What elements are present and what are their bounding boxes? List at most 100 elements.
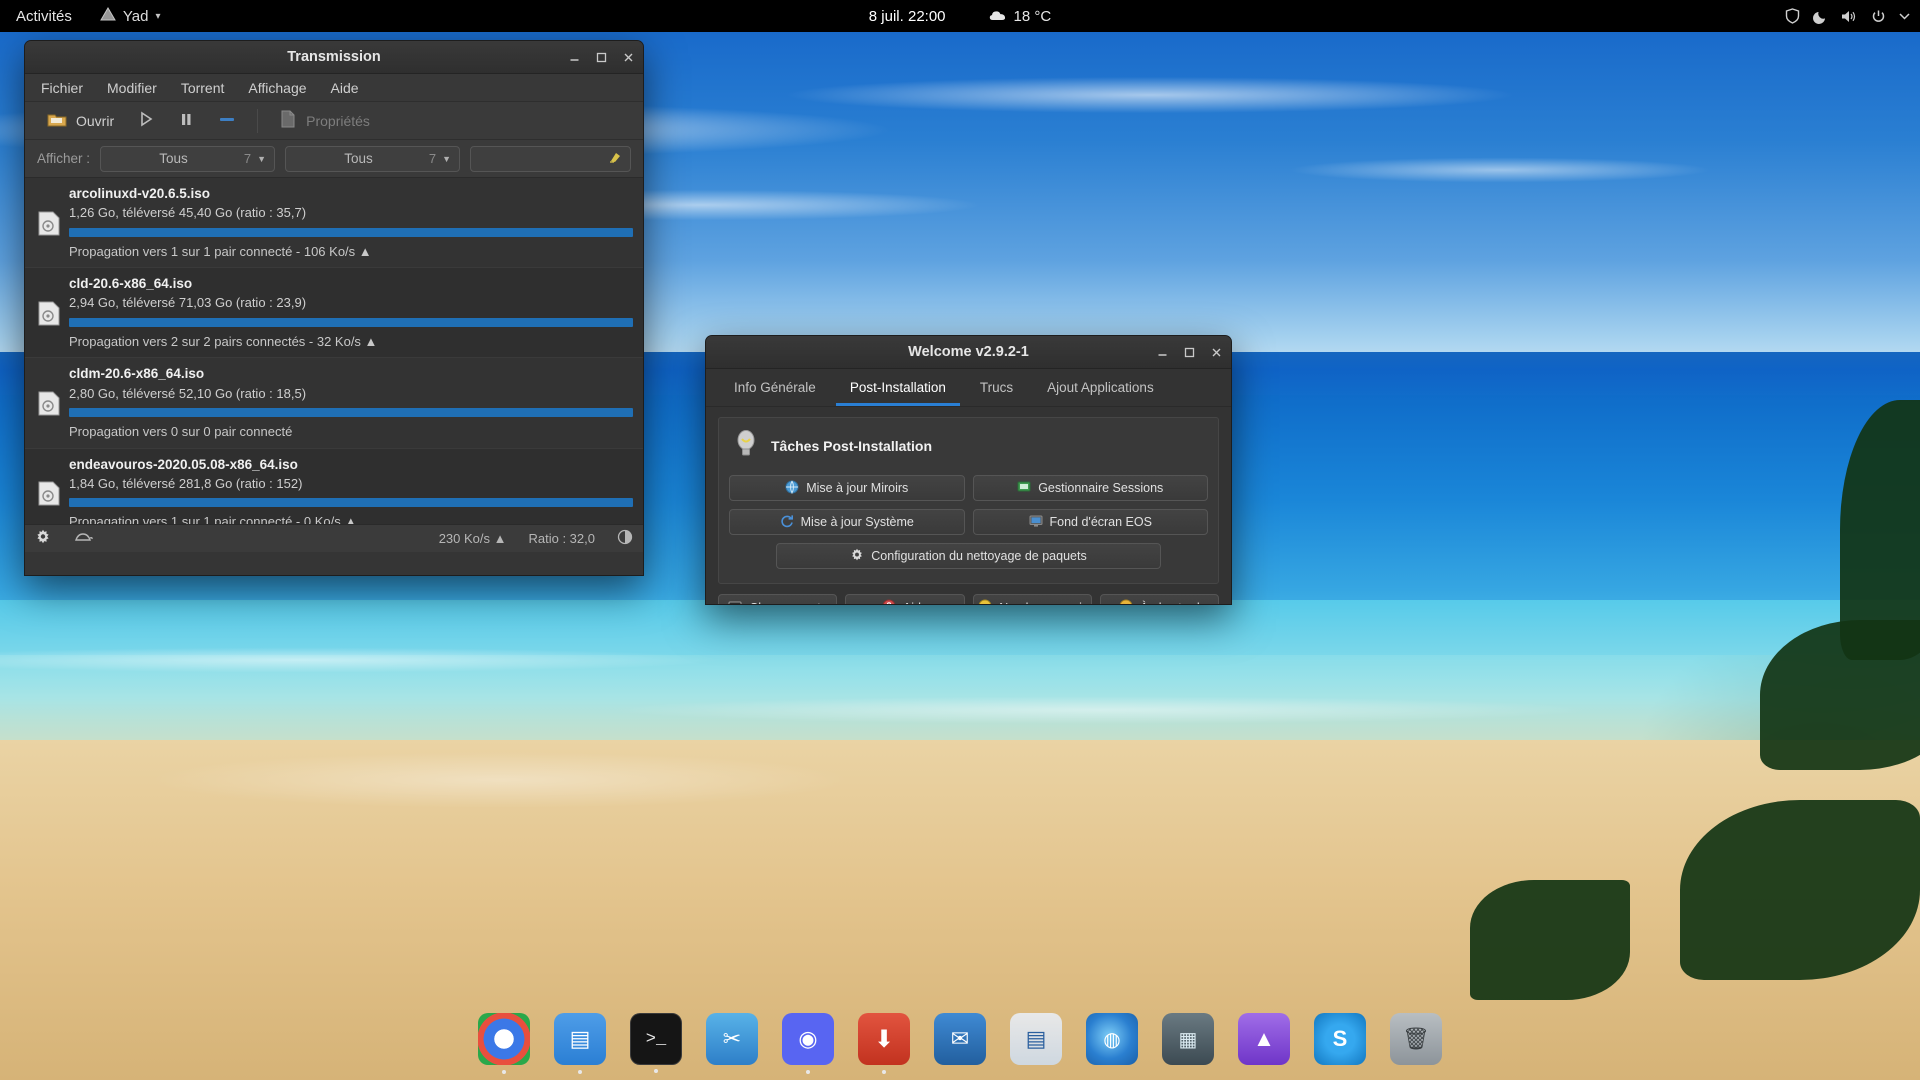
transmission-menubar[interactable]: Fichier Modifier Torrent Affichage Aide (25, 74, 643, 102)
tab-info-generale[interactable]: Info Générale (720, 373, 830, 406)
shield-icon[interactable] (1785, 8, 1800, 24)
ratio-icon[interactable] (617, 529, 633, 548)
transmission-statusbar[interactable]: 230 Ko/s ▲ Ratio : 32,0 (25, 524, 643, 552)
pause-torrent-button[interactable] (168, 107, 204, 134)
dock-item-trash[interactable]: 🗑 (1390, 1013, 1442, 1065)
torrent-name: arcolinuxd-v20.6.5.iso (69, 186, 211, 201)
torrent-row[interactable]: endeavouros-2020.05.08-x86_64.iso 1,84 G… (25, 448, 643, 524)
dock-item-chromium[interactable] (478, 1013, 530, 1074)
chevron-down-icon[interactable] (1899, 12, 1910, 20)
tab-post-installation[interactable]: Post-Installation (835, 373, 960, 406)
torrent-row[interactable]: arcolinuxd-v20.6.5.iso 1,26 Go, télévers… (25, 178, 643, 269)
transmission-window[interactable]: Transmission Fichier Modifier Torrent Af… (24, 40, 644, 576)
turtle-icon[interactable] (73, 531, 93, 546)
palm-frond-icon (1680, 800, 1920, 980)
welcome-window-controls[interactable] (1156, 336, 1223, 369)
dock-item-mail[interactable]: ✉ (934, 1013, 986, 1065)
transmission-toolbar[interactable]: Ouvrir Propriétés (25, 102, 643, 140)
minimize-icon[interactable] (568, 51, 581, 64)
running-indicator (654, 1069, 658, 1073)
torrent-name: cldm-20.6-x86_64.iso (69, 366, 205, 382)
later-button[interactable]: À plus tard (1099, 594, 1219, 604)
torrent-row[interactable]: cldm-20.6-x86_64.iso 2,80 Go, téléversé … (25, 358, 643, 449)
clock-label: 8 juil. 22:00 (868, 7, 946, 25)
welcome-action-bar[interactable]: Changements Aide Ne plus me voir À plus … (706, 584, 1231, 604)
dock-item-files[interactable]: ▤ (554, 1013, 606, 1074)
torrent-name: endeavouros-2020.05.08-x86_64.iso (69, 456, 298, 472)
dock-item-terminal[interactable]: >_ (630, 1013, 682, 1073)
package-cleanup-config-button[interactable]: Configuration du nettoyage de paquets (776, 543, 1161, 569)
torrent-meta: 2,80 Go, téléversé 52,10 Go (ratio : 18,… (69, 385, 307, 401)
update-mirrors-button[interactable]: Mise à jour Miroirs (729, 475, 965, 501)
cloud-icon (989, 8, 1007, 25)
changelog-button[interactable]: Changements (718, 594, 838, 604)
torrent-progress-bar (69, 317, 633, 327)
maximize-icon[interactable] (1183, 346, 1196, 359)
dock-item-skype[interactable]: S (1314, 1013, 1366, 1065)
dock[interactable]: ▤ >_ ✂ ◉ ⬇ ✉ ▤ ◍ ▦ ▲ S 🗑 (0, 998, 1920, 1080)
tab-ajout-applications[interactable]: Ajout Applications (1033, 373, 1168, 406)
eos-wallpaper-button[interactable]: Fond d'écran EOS (972, 509, 1208, 535)
running-indicator (578, 1070, 582, 1074)
welcome-window[interactable]: Welcome v2.9.2-1 Info Générale Post-Inst… (705, 335, 1232, 605)
open-torrent-button[interactable]: Ouvrir (37, 107, 124, 135)
menu-modifier[interactable]: Modifier (107, 80, 157, 96)
close-icon[interactable] (622, 51, 635, 64)
toolbar-separator (257, 108, 259, 133)
torrent-meta: 2,94 Go, téléversé 71,03 Go (ratio : 23,… (69, 295, 307, 311)
maximize-icon[interactable] (595, 51, 608, 64)
start-torrent-button[interactable] (128, 107, 164, 134)
dock-item-firefox[interactable]: ◍ (1086, 1013, 1138, 1065)
dock-item-vlc[interactable]: ▲ (1238, 1013, 1290, 1065)
later-icon (1119, 599, 1133, 604)
menu-affichage[interactable]: Affichage (248, 80, 306, 96)
help-button[interactable]: Aide (845, 594, 965, 604)
volume-icon[interactable] (1841, 9, 1858, 24)
welcome-titlebar[interactable]: Welcome v2.9.2-1 (706, 336, 1231, 369)
night-light-icon[interactable] (1813, 9, 1828, 24)
transmission-titlebar[interactable]: Transmission (25, 41, 643, 74)
session-manager-button[interactable]: Gestionnaire Sessions (972, 475, 1208, 501)
status-filter-dropdown[interactable]: Tous 7 ▼ (100, 145, 276, 172)
clock-button[interactable]: 8 juil. 22:00 18 °C (869, 8, 1051, 25)
menu-aide[interactable]: Aide (331, 80, 359, 96)
tracker-filter-dropdown[interactable]: Tous 7 ▼ (285, 145, 461, 172)
folder-open-icon (47, 111, 67, 131)
remove-torrent-button[interactable] (208, 107, 246, 134)
system-tray[interactable] (1785, 8, 1910, 24)
clear-icon[interactable] (608, 149, 623, 169)
torrent-row[interactable]: cld-20.6-x86_64.iso 2,94 Go, téléversé 7… (25, 268, 643, 359)
transmission-window-controls[interactable] (568, 41, 635, 74)
weather-indicator[interactable]: 18 °C (989, 8, 1051, 25)
dock-item-discord[interactable]: ◉ (782, 1013, 834, 1074)
dock-item-download-manager[interactable]: ⬇ (858, 1013, 910, 1074)
gear-icon[interactable] (35, 529, 51, 548)
welcome-tabs[interactable]: Info Générale Post-Installation Trucs Aj… (706, 369, 1231, 407)
dock-item-writer[interactable]: ▤ (1010, 1013, 1062, 1065)
disc-icon (35, 456, 63, 524)
torrent-progress-bar (69, 408, 633, 418)
activities-button[interactable]: Activités (0, 8, 86, 25)
power-icon[interactable] (1871, 9, 1886, 24)
dock-item-calculator[interactable]: ▦ (1162, 1013, 1214, 1065)
post-install-buttons[interactable]: Mise à jour Miroirs Gestionnaire Session… (729, 475, 1208, 569)
search-input[interactable] (470, 145, 631, 172)
lightbulb-icon (733, 428, 759, 463)
properties-button[interactable]: Propriétés (269, 106, 380, 135)
transmission-filterbar[interactable]: Afficher : Tous 7 ▼ Tous 7 ▼ (25, 140, 643, 178)
yad-icon (99, 7, 116, 25)
panel-header: Tâches Post-Installation (729, 428, 1208, 463)
app-menu-button[interactable]: Yad ▾ (99, 7, 160, 25)
properties-icon (279, 110, 297, 131)
upload-rate-label: 230 Ko/s ▲ (438, 531, 507, 546)
close-icon[interactable] (1210, 346, 1223, 359)
tab-trucs[interactable]: Trucs (966, 373, 1027, 406)
menu-fichier[interactable]: Fichier (41, 80, 83, 96)
menu-torrent[interactable]: Torrent (181, 80, 225, 96)
update-system-button[interactable]: Mise à jour Système (729, 509, 965, 535)
minimize-icon[interactable] (1156, 346, 1169, 359)
never-show-again-button[interactable]: Ne plus me voir (972, 594, 1092, 604)
dock-item-ksnip[interactable]: ✂ (706, 1013, 758, 1065)
torrent-list[interactable]: arcolinuxd-v20.6.5.iso 1,26 Go, télévers… (25, 178, 643, 524)
update-mirrors-label: Mise à jour Miroirs (806, 481, 909, 495)
